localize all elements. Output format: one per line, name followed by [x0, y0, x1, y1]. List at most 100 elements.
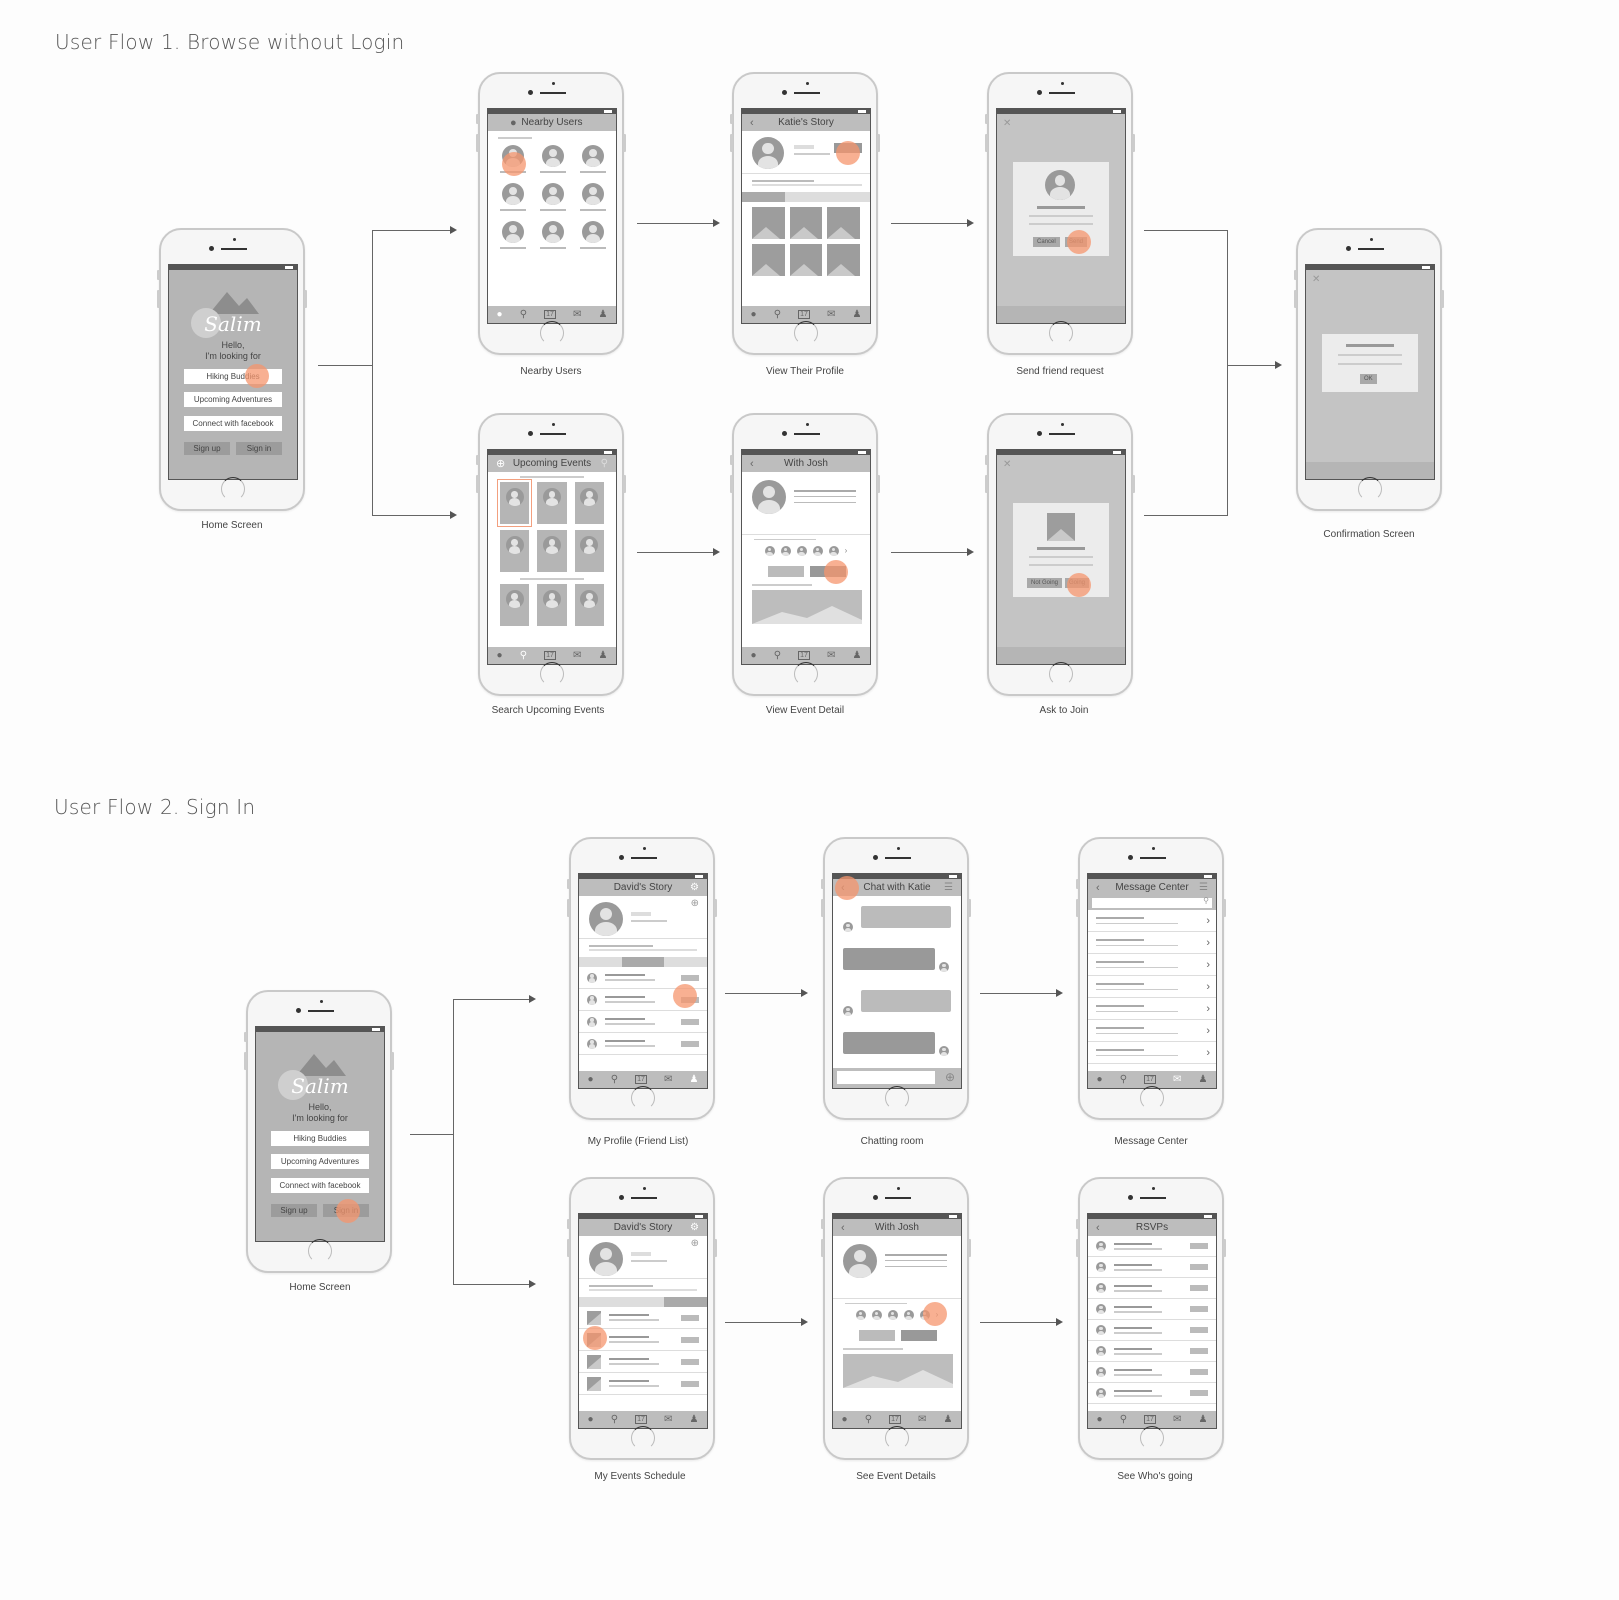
- friend-row[interactable]: [579, 1011, 707, 1033]
- photo-thumbnail[interactable]: [789, 207, 823, 239]
- user-card[interactable]: [580, 183, 606, 211]
- search-icon[interactable]: ⚲: [520, 309, 527, 320]
- message-input[interactable]: [837, 1071, 935, 1084]
- not-going-button[interactable]: Not Going: [1027, 578, 1063, 588]
- attendee-avatars[interactable]: ›: [742, 546, 870, 556]
- search-icon[interactable]: ⚲: [865, 1414, 872, 1425]
- photo-thumbnail[interactable]: [752, 244, 785, 276]
- settings-gear-icon[interactable]: ⚙: [690, 882, 699, 893]
- message-row[interactable]: ›: [1088, 954, 1216, 976]
- calendar-icon[interactable]: 17: [798, 651, 810, 660]
- mail-icon[interactable]: ✉: [1173, 1074, 1181, 1085]
- tab-2[interactable]: [621, 1297, 665, 1307]
- photo-thumbnail[interactable]: [752, 207, 785, 239]
- location-pin-icon[interactable]: ●: [751, 650, 757, 661]
- hiking-buddies-button[interactable]: Hiking Buddies: [271, 1131, 369, 1146]
- calendar-icon[interactable]: 17: [544, 651, 556, 660]
- user-card[interactable]: [500, 221, 526, 249]
- sign-up-button[interactable]: Sign up: [271, 1204, 317, 1217]
- event-card[interactable]: [496, 479, 533, 527]
- calendar-icon[interactable]: 17: [635, 1075, 647, 1084]
- home-button[interactable]: [885, 1426, 909, 1450]
- message-row[interactable]: ›: [1088, 1042, 1216, 1064]
- message-row[interactable]: ›: [1088, 1020, 1216, 1042]
- event-card[interactable]: [574, 530, 604, 572]
- home-button[interactable]: [885, 1086, 909, 1110]
- user-card[interactable]: [580, 145, 606, 173]
- user-icon[interactable]: ♟: [852, 309, 861, 320]
- tab-3[interactable]: [827, 192, 870, 202]
- tab-1[interactable]: [579, 1297, 622, 1307]
- rsvp-row[interactable]: [1088, 1362, 1216, 1383]
- tab-3[interactable]: [664, 957, 707, 967]
- rsvp-row[interactable]: [1088, 1383, 1216, 1404]
- home-button[interactable]: [1358, 477, 1382, 501]
- back-icon[interactable]: ‹: [750, 458, 754, 470]
- home-button[interactable]: [631, 1426, 655, 1450]
- user-icon[interactable]: ♟: [689, 1414, 698, 1425]
- home-button[interactable]: [1140, 1086, 1164, 1110]
- calendar-icon[interactable]: 17: [1144, 1075, 1156, 1084]
- user-icon[interactable]: ♟: [598, 309, 607, 320]
- photo-thumbnail[interactable]: [789, 244, 823, 276]
- add-icon[interactable]: ⊕: [691, 898, 699, 909]
- event-card[interactable]: [574, 584, 604, 626]
- home-button[interactable]: [1140, 1426, 1164, 1450]
- tab-1[interactable]: [579, 957, 622, 967]
- location-pin-icon[interactable]: ●: [842, 1414, 848, 1425]
- mail-icon[interactable]: ✉: [918, 1414, 926, 1425]
- home-button[interactable]: [794, 321, 818, 345]
- mail-icon[interactable]: ✉: [664, 1414, 672, 1425]
- mail-icon[interactable]: ✉: [827, 309, 835, 320]
- user-icon[interactable]: ♟: [852, 650, 861, 661]
- event-card[interactable]: [537, 482, 567, 524]
- user-icon[interactable]: ♟: [943, 1414, 952, 1425]
- rsvp-row[interactable]: [1088, 1236, 1216, 1257]
- location-pin-icon[interactable]: ●: [497, 650, 503, 661]
- home-button[interactable]: [1049, 321, 1073, 345]
- connect-facebook-button[interactable]: Connect with facebook: [184, 416, 282, 431]
- tab-events[interactable]: [664, 1297, 707, 1307]
- home-button[interactable]: [631, 1086, 655, 1110]
- location-pin-icon[interactable]: ●: [1097, 1414, 1103, 1425]
- event-row[interactable]: [579, 1373, 707, 1395]
- mail-icon[interactable]: ✉: [664, 1074, 672, 1085]
- rsvp-row[interactable]: [1088, 1299, 1216, 1320]
- location-pin-icon[interactable]: ●: [497, 309, 503, 320]
- user-icon[interactable]: ♟: [598, 650, 607, 661]
- message-row[interactable]: ›: [1088, 910, 1216, 932]
- add-attachment-icon[interactable]: ⊕: [945, 1070, 955, 1084]
- message-row[interactable]: ›: [1088, 998, 1216, 1020]
- not-going-button[interactable]: [768, 566, 804, 577]
- close-icon[interactable]: ✕: [1312, 274, 1320, 285]
- user-icon[interactable]: ♟: [689, 1074, 698, 1085]
- ok-button[interactable]: OK: [1360, 374, 1377, 384]
- upcoming-adventures-button[interactable]: Upcoming Adventures: [271, 1154, 369, 1169]
- calendar-icon[interactable]: 17: [889, 1415, 901, 1424]
- home-button[interactable]: [221, 477, 245, 501]
- going-button[interactable]: [901, 1330, 937, 1341]
- user-card[interactable]: [580, 221, 606, 249]
- tab-photos[interactable]: [742, 192, 785, 202]
- home-button[interactable]: [540, 321, 564, 345]
- search-icon[interactable]: ⚲: [611, 1414, 618, 1425]
- calendar-icon[interactable]: 17: [1144, 1415, 1156, 1424]
- message-row[interactable]: ›: [1088, 976, 1216, 998]
- add-icon[interactable]: ⊕: [496, 457, 505, 470]
- event-card[interactable]: [500, 584, 530, 626]
- search-icon[interactable]: ⚲: [601, 458, 608, 469]
- calendar-icon[interactable]: 17: [635, 1415, 647, 1424]
- home-button[interactable]: [540, 662, 564, 686]
- search-input[interactable]: ⚲: [1092, 896, 1212, 908]
- close-icon[interactable]: ✕: [1003, 118, 1011, 129]
- user-card[interactable]: [540, 183, 566, 211]
- search-icon[interactable]: ⚲: [520, 650, 527, 661]
- home-button[interactable]: [1049, 662, 1073, 686]
- search-icon[interactable]: ⚲: [1120, 1074, 1127, 1085]
- upcoming-adventures-button[interactable]: Upcoming Adventures: [184, 392, 282, 407]
- back-icon[interactable]: ‹: [1096, 882, 1100, 894]
- event-row[interactable]: [579, 1351, 707, 1373]
- friend-row[interactable]: [579, 1033, 707, 1055]
- event-card[interactable]: [537, 530, 567, 572]
- photo-thumbnail[interactable]: [827, 244, 860, 276]
